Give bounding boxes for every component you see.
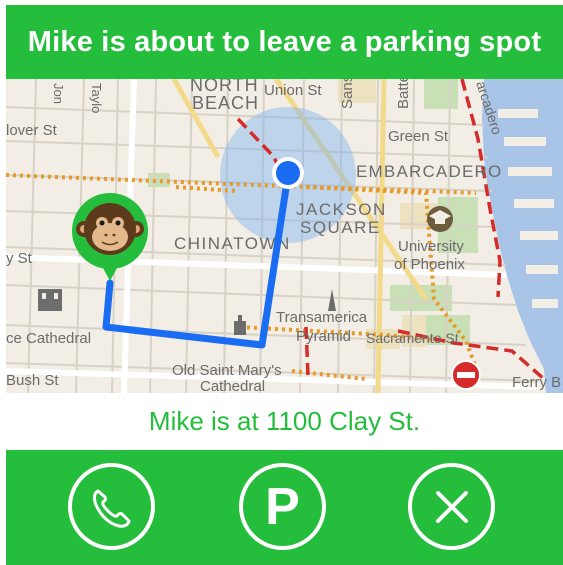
map-label: Sans xyxy=(339,79,356,109)
map-label: Taylo xyxy=(89,83,104,113)
university-icon xyxy=(427,206,453,232)
notification-title: Mike is about to leave a parking spot xyxy=(27,25,542,58)
map-label: Cathedral xyxy=(200,378,265,393)
map-label: BEACH xyxy=(192,93,259,113)
current-location-dot[interactable] xyxy=(276,161,300,185)
map-label: EMBARCADERO xyxy=(356,162,502,181)
map-label: Sacramento St xyxy=(366,330,459,346)
map-label: Batte xyxy=(395,79,412,109)
map-label: Green St xyxy=(388,128,449,145)
park-button[interactable]: P xyxy=(239,463,326,550)
parking-icon: P xyxy=(265,477,300,536)
map-label: SQUARE xyxy=(300,218,381,237)
dismiss-button[interactable] xyxy=(408,463,495,550)
no-entry-icon xyxy=(451,360,481,390)
map-canvas[interactable]: NORTH BEACH Union St lover St Green St E… xyxy=(6,79,563,393)
phone-icon xyxy=(88,483,136,531)
map-label: lover St xyxy=(6,122,58,139)
map-label: Ferry B xyxy=(512,374,561,391)
location-status-text: Mike is at 1100 Clay St. xyxy=(148,406,421,436)
map-label: y St xyxy=(6,250,33,267)
action-bar: P xyxy=(6,450,563,565)
map-label: Pyramid xyxy=(296,328,351,345)
map-label: Union St xyxy=(264,82,322,99)
map-label: Jon xyxy=(51,83,66,104)
close-icon xyxy=(428,483,476,531)
cathedral-icon xyxy=(38,289,62,311)
map-label: ce Cathedral xyxy=(6,330,91,347)
notification-header: Mike is about to leave a parking spot xyxy=(6,5,563,79)
call-button[interactable] xyxy=(68,463,155,550)
map-label: of Phoenix xyxy=(394,256,465,273)
map-view[interactable]: NORTH BEACH Union St lover St Green St E… xyxy=(6,79,563,393)
map-label: University xyxy=(398,238,464,255)
map-label: Bush St xyxy=(6,372,59,389)
map-label: Old Saint Mary's xyxy=(172,362,282,379)
map-label: JACKSON xyxy=(296,200,387,219)
map-label: Transamerica xyxy=(276,309,368,326)
location-status: Mike is at 1100 Clay St. xyxy=(6,393,563,450)
